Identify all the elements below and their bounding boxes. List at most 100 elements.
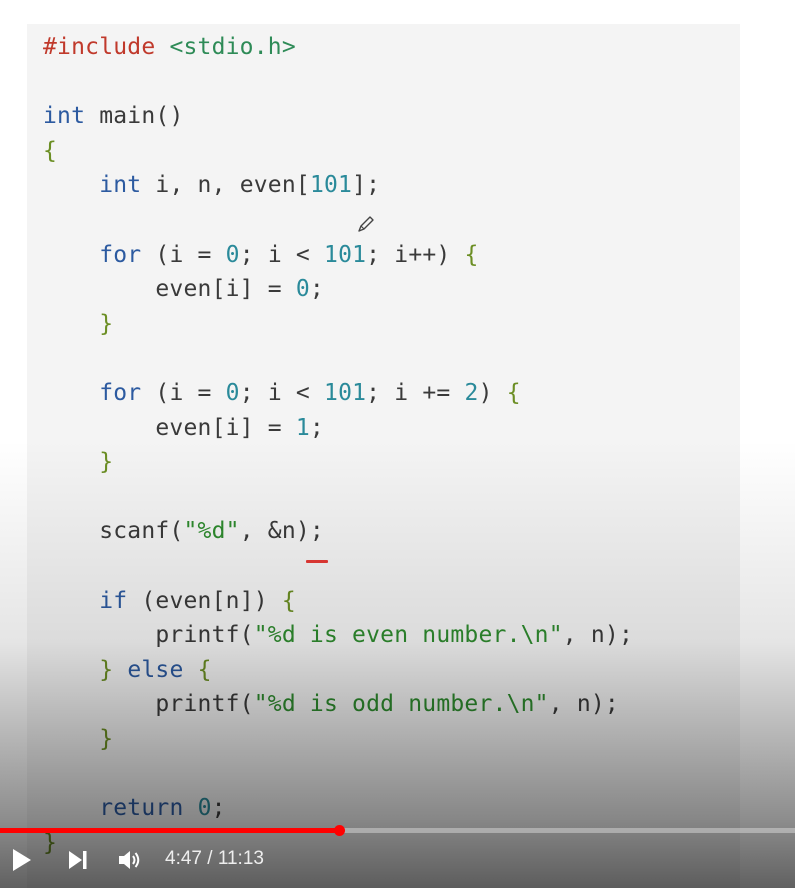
- code-token: , &n);: [239, 518, 324, 545]
- volume-button[interactable]: [110, 836, 150, 884]
- code-token: int: [43, 103, 86, 130]
- code-token: main(): [85, 103, 184, 130]
- code-token: {: [464, 241, 479, 268]
- code-line: return 0;: [43, 791, 633, 826]
- code-line: even[i] = 1;: [43, 411, 633, 446]
- code-token: 101: [324, 379, 367, 406]
- code-token: return: [99, 795, 184, 822]
- code-token: 0: [197, 795, 212, 822]
- code-token: printf(: [43, 691, 254, 718]
- code-line: for (i = 0; i < 101; i += 2) {: [43, 376, 633, 411]
- code-token: }: [99, 310, 114, 337]
- player-controls: 4:47 / 11:13: [0, 836, 795, 884]
- code-token: even[i] =: [43, 276, 296, 303]
- code-token: 101: [324, 241, 367, 268]
- play-button[interactable]: [2, 836, 42, 884]
- code-token: , n);: [548, 691, 619, 718]
- code-line: int main(): [43, 99, 633, 134]
- code-line: even[i] = 0;: [43, 272, 633, 307]
- code-token: , n);: [562, 622, 634, 649]
- code-token: for: [99, 379, 142, 406]
- code-token: ): [478, 379, 507, 406]
- code-token: ; i++): [366, 241, 465, 268]
- code-token: }: [99, 656, 114, 683]
- code-token: else: [127, 656, 184, 683]
- annotation-underline: [306, 560, 328, 563]
- code-line: printf("%d is even number.\n", n);: [43, 618, 633, 653]
- progress-played: [0, 828, 340, 833]
- code-token: "%d": [183, 518, 240, 545]
- code-token: (i =: [141, 241, 226, 268]
- code-token: {: [43, 137, 58, 164]
- code-line: int i, n, even[101];: [43, 168, 633, 203]
- time-display: 4:47 / 11:13: [165, 848, 264, 869]
- code-token: 1: [295, 414, 310, 441]
- code-token: 0: [225, 379, 240, 406]
- code-line: for (i = 0; i < 101; i++) {: [43, 238, 633, 273]
- code-token: ; i <: [239, 241, 325, 268]
- code-token: }: [99, 449, 114, 476]
- code-token: (even[n]): [127, 587, 282, 614]
- code-token: 0: [225, 241, 240, 268]
- code-line: scanf("%d", &n);: [43, 514, 633, 549]
- code-token: if: [99, 587, 128, 614]
- code-line: if (even[n]) {: [43, 584, 633, 619]
- code-line: printf("%d is odd number.\n", n);: [43, 687, 633, 722]
- code-token: printf(: [43, 622, 254, 649]
- next-button[interactable]: [58, 836, 98, 884]
- code-line: } else {: [43, 653, 633, 688]
- code-token: 101: [309, 172, 353, 199]
- play-icon: [13, 849, 31, 871]
- code-token: "%d is odd number.\n": [253, 691, 549, 718]
- code-token: ;: [211, 795, 226, 822]
- code-line: {: [43, 134, 633, 169]
- code-block: #include <stdio.h> int main() { int i, n, …: [43, 30, 633, 860]
- code-token: <stdio.h>: [169, 34, 296, 60]
- code-token: int: [99, 172, 142, 199]
- next-icon: [69, 851, 87, 869]
- code-token: scanf(: [43, 518, 184, 545]
- code-token: 2: [464, 379, 479, 406]
- code-token: {: [506, 379, 521, 406]
- code-token: ; i <: [239, 379, 325, 406]
- code-token: "%d is even number.\n": [253, 622, 563, 649]
- code-token: {: [281, 587, 296, 614]
- code-token: ];: [352, 172, 381, 199]
- code-token: (i =: [141, 379, 226, 406]
- code-token: #include: [43, 34, 170, 60]
- code-line: }: [43, 307, 633, 342]
- video-frame[interactable]: #include <stdio.h> int main() { int i, n, …: [0, 0, 795, 888]
- code-token: i, n, even[: [141, 172, 310, 199]
- progress-bar[interactable]: [0, 825, 795, 836]
- code-token: ;: [309, 276, 324, 303]
- code-token: for: [99, 241, 142, 268]
- pencil-cursor-icon: [358, 216, 374, 232]
- code-token: ; i +=: [366, 379, 465, 406]
- code-token: ;: [309, 414, 324, 441]
- code-line: #include <stdio.h>: [43, 30, 633, 65]
- volume-icon: [119, 851, 140, 869]
- code-line: }: [43, 722, 633, 757]
- code-line: }: [43, 445, 633, 480]
- code-token: 0: [295, 276, 310, 303]
- code-token: {: [197, 656, 212, 683]
- code-token: }: [99, 725, 114, 752]
- progress-scrubber[interactable]: [334, 825, 346, 836]
